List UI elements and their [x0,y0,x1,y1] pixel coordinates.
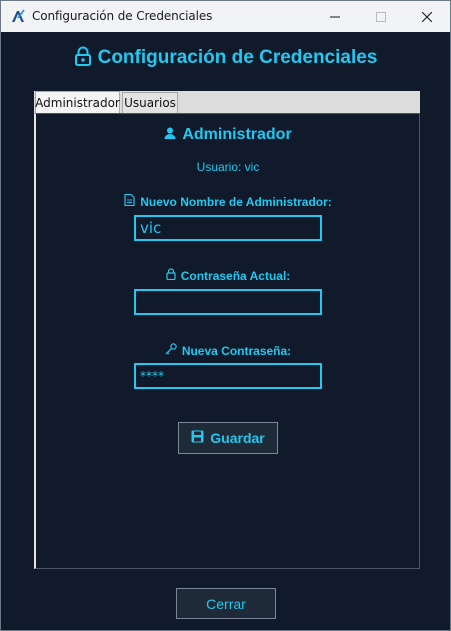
maximize-icon [376,11,386,22]
new-password-input[interactable] [134,363,322,389]
lock-icon [74,46,92,71]
section-title-label: Administrador [182,126,292,143]
section-title: Administrador [36,126,420,144]
close-icon [422,11,432,22]
credentials-window: Configuración de Credenciales Configurac… [0,0,451,631]
page-title: Configuración de Credenciales [97,47,378,68]
current-password-label: Contraseña Actual: [36,268,420,283]
window-title: Configuración de Credenciales [32,9,213,23]
maximize-button[interactable] [358,1,404,32]
key-icon [165,343,177,358]
tab-usuarios[interactable]: Usuarios [122,92,178,113]
save-button[interactable]: Guardar [178,422,278,454]
admin-name-label: Nuevo Nombre de Administrador: [36,193,420,209]
tab-strip: Administrador Usuarios [34,91,420,114]
current-password-label-text: Contraseña Actual: [180,268,291,283]
document-icon [124,193,135,209]
minimize-button[interactable] [312,1,358,32]
admin-panel: Administrador Usuario: vic Nuevo Nombre … [34,113,420,569]
current-password-input[interactable] [134,289,322,315]
save-icon [191,430,204,446]
admin-name-input[interactable] [134,215,322,241]
tab-administrador[interactable]: Administrador [35,91,120,114]
save-button-label: Guardar [210,430,265,446]
new-password-label-text: Nueva Contraseña: [181,343,292,358]
close-window-button[interactable] [404,1,450,32]
user-icon [164,126,176,144]
tab-notebook: Administrador Usuarios Administrador Usu… [34,91,420,569]
current-user-label: Usuario: vic [196,160,260,174]
page-header: Configuración de Credenciales [1,45,450,71]
close-button[interactable]: Cerrar [176,588,276,619]
lock-icon [166,268,176,283]
app-icon [11,9,25,23]
admin-name-label-text: Nuevo Nombre de Administrador: [140,194,332,209]
minimize-icon [330,16,340,17]
new-password-label: Nueva Contraseña: [36,343,420,358]
title-bar[interactable]: Configuración de Credenciales [1,1,450,32]
